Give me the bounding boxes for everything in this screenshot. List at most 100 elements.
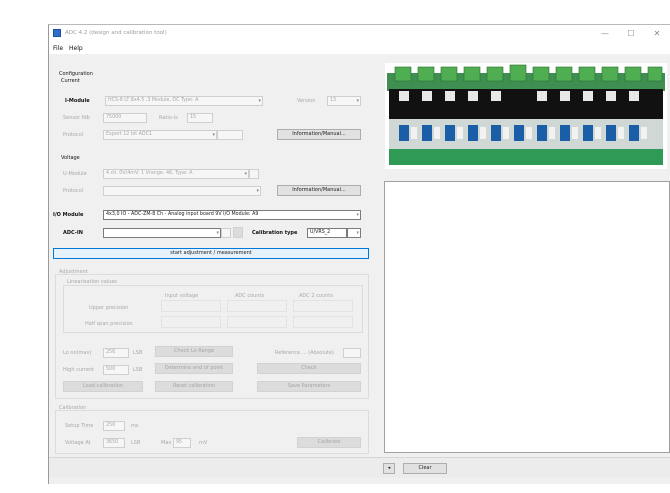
ratio-label: Ratio-is <box>159 115 178 121</box>
hi-unit: LSB <box>133 367 143 373</box>
menu-help[interactable]: Help <box>69 45 83 52</box>
setup-time-value: 250 <box>106 423 116 428</box>
half-input-cell <box>161 316 221 328</box>
app-icon <box>53 29 61 37</box>
title-bar: ADC 4.2 (design and calibration tool) — … <box>49 25 670 43</box>
adc-in-label: ADC-IN <box>63 230 83 236</box>
check-button[interactable]: Check <box>257 363 361 374</box>
i-module-select[interactable]: HCS-8 LT 8x4.5 .3 Module, DC Type: A ▾ <box>105 96 263 106</box>
start-adjustment-button[interactable]: start adjustment / measurement <box>53 248 369 259</box>
upper-adc2-cell <box>293 300 353 312</box>
setup-time-unit: ms <box>131 423 139 429</box>
current-heading: Current <box>61 78 80 84</box>
protocol-value: Export 12 bit ADC1 <box>106 132 153 137</box>
u-module-spacer <box>249 169 259 179</box>
app-window: ADC 4.2 (design and calibration tool) — … <box>48 24 670 484</box>
row-upper-precision: Upper precision <box>89 305 129 311</box>
voltage-at-label: Voltage At <box>65 440 91 446</box>
hi-value: 500 <box>106 367 116 372</box>
col-adc2-counts: ADC 2 counts <box>299 293 333 299</box>
calibration-type-label: Calibration type <box>252 230 298 236</box>
io-module-value: 4x3,0 IO - ADC-ZM-8 Ch - Analog input bo… <box>106 212 259 217</box>
adc-in-spacer <box>221 228 231 238</box>
max-label: Max <box>161 440 172 446</box>
hi-label: High current <box>63 367 95 373</box>
maximize-button[interactable]: ☐ <box>623 27 639 40</box>
col-input-voltage: Input voltage <box>165 293 199 299</box>
chevron-down-icon: ▾ <box>244 171 247 177</box>
calibration-type-value: U/VRS_2 <box>310 230 331 235</box>
version-select[interactable]: 13 ▾ <box>327 96 361 106</box>
sensor-value: 75000 <box>106 115 122 120</box>
lo-label: Lo no(max) <box>63 350 92 356</box>
max-input[interactable]: 95 <box>173 438 191 448</box>
scroll-left-button[interactable]: ◂ <box>383 463 395 474</box>
current-manual-button[interactable]: Information/Manual... <box>277 129 361 140</box>
half-adc2-cell <box>293 316 353 328</box>
output-log-panel[interactable] <box>384 181 670 453</box>
col-adc-counts: ADC counts <box>235 293 265 299</box>
window-title: ADC 4.2 (design and calibration tool) <box>65 30 167 36</box>
ratio-input[interactable]: 15 <box>187 113 213 123</box>
io-board-image <box>387 64 665 165</box>
calibration-type-dropdown[interactable]: ▾ <box>347 228 361 238</box>
u-module-label: U-Module <box>63 171 87 177</box>
adc-in-browse-button[interactable] <box>233 227 243 238</box>
row-half-span: Half span precision <box>85 321 133 327</box>
lo-value: 256 <box>106 350 116 355</box>
protocol-select[interactable]: Export 12 bit ADC1 ▾ <box>103 130 217 140</box>
half-adc-cell <box>227 316 287 328</box>
calibrate-button[interactable]: Calibrate <box>297 437 361 448</box>
configuration-heading: Configuration <box>59 71 93 77</box>
ratio-value: 15 <box>190 115 197 120</box>
io-module-label: I/O Module <box>53 212 84 218</box>
setup-time-input[interactable]: 250 <box>103 421 125 431</box>
max-unit: mV <box>199 440 208 446</box>
minimize-button[interactable]: — <box>597 27 613 40</box>
chevron-down-icon: ▾ <box>216 230 219 236</box>
i-module-value: HCS-8 LT 8x4.5 .3 Module, DC Type: A <box>108 98 199 103</box>
lo-unit: LSB <box>133 350 143 356</box>
chevron-down-icon: ▾ <box>256 188 259 194</box>
setup-time-label: Setup Time <box>65 423 94 429</box>
sensor-input[interactable]: 75000 <box>103 113 147 123</box>
reset-calibration-button[interactable]: Reset calibration <box>155 381 233 392</box>
hi-input[interactable]: 500 <box>103 365 129 375</box>
reference-input[interactable] <box>343 348 361 358</box>
voltage-heading: Voltage <box>61 155 80 161</box>
version-label: Version <box>297 98 316 104</box>
max-value: 95 <box>176 440 183 445</box>
chevron-down-icon: ▾ <box>258 98 261 104</box>
save-parameters-button[interactable]: Save Parameters <box>257 381 361 392</box>
u-module-select[interactable]: 4 ch. 0V/4mV: 1 Vrange: 46, Type: A ▾ <box>103 169 249 179</box>
check-lo-range-button[interactable]: Check Lo Range <box>155 346 233 357</box>
clear-button[interactable]: Clear <box>403 463 447 474</box>
menu-file[interactable]: File <box>53 45 63 52</box>
load-calibration-button[interactable]: Load calibration <box>63 381 143 392</box>
board-image-panel <box>385 63 667 169</box>
reference-label: Reference ... (Absolute) <box>275 350 334 356</box>
io-module-select[interactable]: 4x3,0 IO - ADC-ZM-8 Ch - Analog input bo… <box>103 210 361 220</box>
voltage-protocol-label: Protocol <box>63 188 84 194</box>
i-module-label: I-Module <box>65 98 90 104</box>
voltage-protocol-select[interactable]: ▾ <box>103 186 261 196</box>
adc-in-select[interactable]: ▾ <box>103 228 221 238</box>
sensor-label: Sensor fdb <box>63 115 90 121</box>
upper-input-cell <box>161 300 221 312</box>
close-button[interactable]: ✕ <box>649 27 665 40</box>
upper-adc-cell <box>227 300 287 312</box>
chevron-down-icon: ▾ <box>356 230 359 236</box>
determine-endpoint-button[interactable]: Determine end of point <box>155 363 233 374</box>
chevron-down-icon: ▾ <box>356 98 359 104</box>
u-module-value: 4 ch. 0V/4mV: 1 Vrange: 46, Type: A <box>106 171 193 176</box>
chevron-down-icon: ▾ <box>356 212 359 218</box>
status-bar: ◂ Clear <box>49 457 670 478</box>
menu-bar: File Help <box>49 43 670 54</box>
voltage-at-value: 3650 <box>106 440 119 445</box>
version-value: 13 <box>330 98 337 103</box>
voltage-at-input[interactable]: 3650 <box>103 438 125 448</box>
voltage-at-unit: LSB <box>131 440 141 446</box>
lo-input[interactable]: 256 <box>103 348 129 358</box>
calibration-type-select[interactable]: U/VRS_2 <box>307 228 347 238</box>
voltage-manual-button[interactable]: Information/Manual... <box>277 185 361 196</box>
